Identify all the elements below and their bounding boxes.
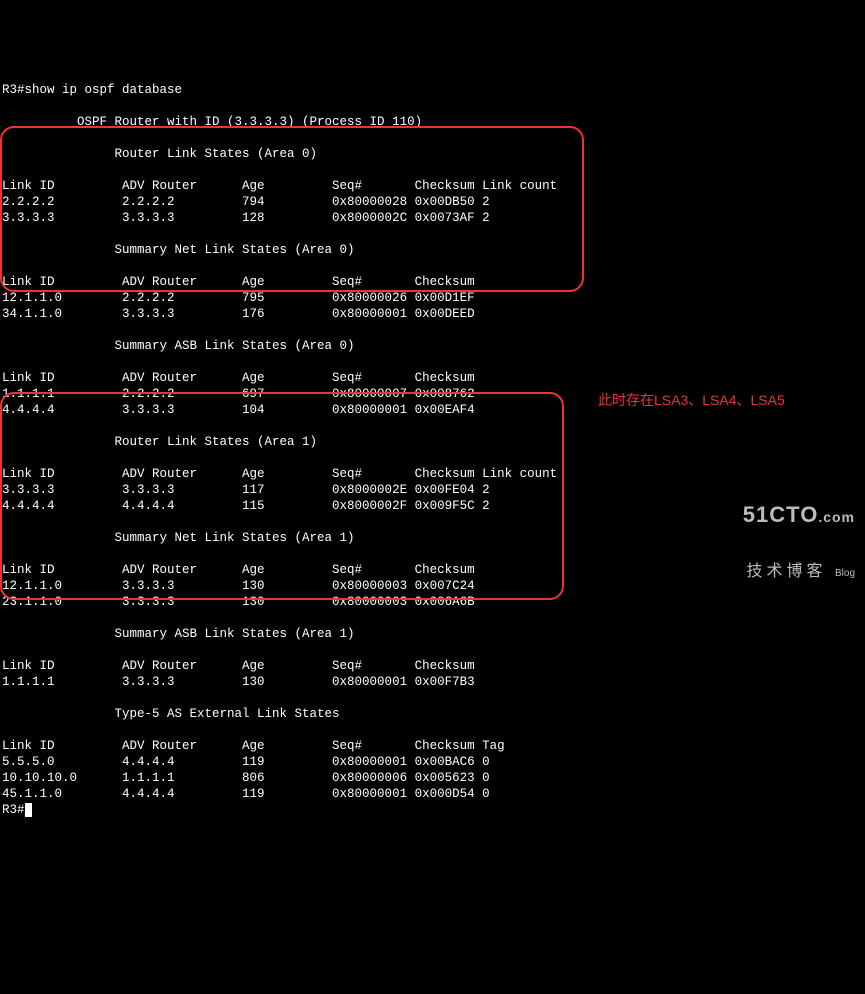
section-summary-asb-link-states-area1: Summary ASB Link States (Area 1) xyxy=(2,627,355,641)
terminal-output: R3#show ip ospf database OSPF Router wit… xyxy=(0,64,865,818)
column-headers: Link ID ADV Router Age Seq# Checksum Tag xyxy=(2,739,505,753)
section-router-link-states-area0: Router Link States (Area 0) xyxy=(2,147,317,161)
prompt: R3# xyxy=(2,83,25,97)
blank-line xyxy=(2,515,10,529)
blank-line xyxy=(2,419,10,433)
blank-line xyxy=(2,323,10,337)
blank-line xyxy=(2,163,10,177)
column-headers: Link ID ADV Router Age Seq# Checksum Lin… xyxy=(2,179,557,193)
column-headers: Link ID ADV Router Age Seq# Checksum Lin… xyxy=(2,467,557,481)
blank-line xyxy=(2,99,10,113)
section-summary-net-link-states-area1: Summary Net Link States (Area 1) xyxy=(2,531,355,545)
table-row: 45.1.1.0 4.4.4.4 119 0x80000001 0x000D54… xyxy=(2,787,490,801)
blank-line xyxy=(2,451,10,465)
section-type5-external-link-states: Type-5 AS External Link States xyxy=(2,707,340,721)
watermark-brand: 51CTO xyxy=(743,502,819,527)
table-row: 4.4.4.4 4.4.4.4 115 0x8000002F 0x009F5C … xyxy=(2,499,490,513)
watermark-sub: 技术博客 xyxy=(747,563,827,580)
column-headers: Link ID ADV Router Age Seq# Checksum xyxy=(2,563,475,577)
column-headers: Link ID ADV Router Age Seq# Checksum xyxy=(2,371,475,385)
watermark-com: .com xyxy=(818,509,855,525)
section-summary-net-link-states-area0: Summary Net Link States (Area 0) xyxy=(2,243,355,257)
blank-line xyxy=(2,131,10,145)
table-row: 23.1.1.0 3.3.3.3 130 0x80000003 0x006A6B xyxy=(2,595,475,609)
table-row: 3.3.3.3 3.3.3.3 117 0x8000002E 0x00FE04 … xyxy=(2,483,490,497)
table-row: 12.1.1.0 2.2.2.2 795 0x80000026 0x00D1EF xyxy=(2,291,475,305)
blank-line xyxy=(2,723,10,737)
table-row: 2.2.2.2 2.2.2.2 794 0x80000028 0x00DB50 … xyxy=(2,195,490,209)
table-row: 12.1.1.0 3.3.3.3 130 0x80000003 0x007C24 xyxy=(2,579,475,593)
cursor-icon: _ xyxy=(25,803,33,817)
table-row: 34.1.1.0 3.3.3.3 176 0x80000001 0x00DEED xyxy=(2,307,475,321)
table-row: 5.5.5.0 4.4.4.4 119 0x80000001 0x00BAC6 … xyxy=(2,755,490,769)
column-headers: Link ID ADV Router Age Seq# Checksum xyxy=(2,275,475,289)
blank-line xyxy=(2,259,10,273)
ospf-header: OSPF Router with ID (3.3.3.3) (Process I… xyxy=(2,115,422,129)
command: show ip ospf database xyxy=(25,83,183,97)
blank-line xyxy=(2,611,10,625)
column-headers: Link ID ADV Router Age Seq# Checksum xyxy=(2,659,475,673)
section-router-link-states-area1: Router Link States (Area 1) xyxy=(2,435,317,449)
blank-line xyxy=(2,643,10,657)
table-row: 4.4.4.4 3.3.3.3 104 0x80000001 0x00EAF4 xyxy=(2,403,475,417)
table-row: 3.3.3.3 3.3.3.3 128 0x8000002C 0x0073AF … xyxy=(2,211,490,225)
blank-line xyxy=(2,691,10,705)
table-row: 1.1.1.1 3.3.3.3 130 0x80000001 0x00F7B3 xyxy=(2,675,475,689)
watermark-tag: Blog xyxy=(835,568,855,579)
blank-line xyxy=(2,227,10,241)
section-summary-asb-link-states-area0: Summary ASB Link States (Area 0) xyxy=(2,339,355,353)
table-row: 10.10.10.0 1.1.1.1 806 0x80000006 0x0056… xyxy=(2,771,490,785)
table-row: 1.1.1.1 2.2.2.2 697 0x80000007 0x008762 xyxy=(2,387,475,401)
prompt[interactable]: R3# xyxy=(2,803,25,817)
watermark: 51CTO.com 技术博客 Blog xyxy=(743,469,855,598)
annotation-lsa: 此时存在LSA3、LSA4、LSA5 xyxy=(598,392,785,410)
blank-line xyxy=(2,547,10,561)
blank-line xyxy=(2,355,10,369)
